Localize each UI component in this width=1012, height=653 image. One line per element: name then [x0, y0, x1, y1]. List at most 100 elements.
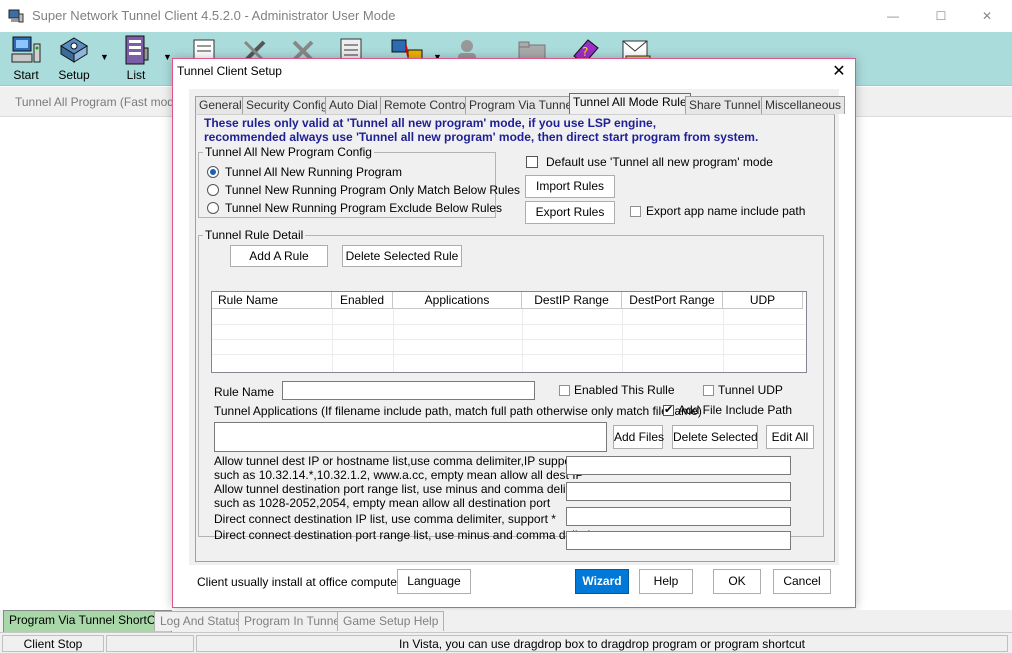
- grid-line: [212, 324, 806, 325]
- status-bar: Client Stop In Vista, you can use dragdr…: [0, 632, 1012, 653]
- tab-general[interactable]: General: [195, 96, 246, 114]
- tab-security-config[interactable]: Security Config: [242, 96, 332, 114]
- grid-line: [393, 309, 394, 372]
- radio-only-match-rules[interactable]: Tunnel New Running Program Only Match Be…: [207, 183, 520, 198]
- bottom-tab-bar: Program Via Tunnel ShortCut Log And Stat…: [0, 610, 1012, 632]
- checkbox-checked[interactable]: [663, 403, 674, 416]
- computer-icon: [11, 36, 41, 63]
- rule-detail-title: Tunnel Rule Detail: [203, 228, 306, 242]
- dialog-close-button[interactable]: ✕: [829, 61, 849, 81]
- list-icon: [125, 35, 149, 65]
- minimize-button[interactable]: —: [870, 0, 916, 32]
- dest-port-input[interactable]: [566, 482, 791, 501]
- add-include-path-label: Add File Include Path: [678, 403, 793, 417]
- tunnel-apps-input[interactable]: [214, 422, 607, 452]
- tab-program-via-tunnel[interactable]: Program Via Tunnel: [465, 96, 579, 114]
- tab-program-via-tunnel-shortcut[interactable]: Program Via Tunnel ShortCut: [3, 610, 172, 632]
- title-bar: Super Network Tunnel Client 4.5.2.0 - Ad…: [0, 0, 1012, 32]
- tab-log-and-status[interactable]: Log And Status: [154, 611, 248, 631]
- rule-name-input[interactable]: [282, 381, 535, 400]
- default-mode-checkbox[interactable]: Default use 'Tunnel all new program' mod…: [526, 155, 773, 170]
- radio-button[interactable]: [207, 202, 219, 214]
- radio-label: Tunnel New Running Program Only Match Be…: [225, 183, 521, 197]
- status-empty-cell: [106, 635, 194, 652]
- mode-info-text: Tunnel All Program (Fast mode, e: [15, 95, 194, 109]
- tab-tunnel-all-mode-rule[interactable]: Tunnel All Mode Rule: [569, 93, 691, 115]
- start-button[interactable]: Start: [6, 34, 46, 84]
- window-title: Super Network Tunnel Client 4.5.2.0 - Ad…: [32, 8, 396, 23]
- tunnel-udp-checkbox[interactable]: Tunnel UDP: [703, 383, 793, 399]
- setup-button[interactable]: Setup: [54, 34, 94, 84]
- delete-selected-button[interactable]: Delete Selected: [672, 425, 758, 449]
- status-message: In Vista, you can use dragdrop box to dr…: [196, 635, 1008, 652]
- dialog-title: Tunnel Client Setup: [177, 64, 282, 78]
- wizard-button[interactable]: Wizard: [575, 569, 629, 594]
- dest-port-label-line-1: Allow tunnel destination port range list…: [214, 482, 593, 496]
- tab-miscellaneous[interactable]: Miscellaneous: [761, 96, 846, 114]
- rule-name-label: Rule Name: [214, 385, 275, 399]
- export-path-checkbox[interactable]: Export app name include path: [630, 204, 810, 220]
- ok-button[interactable]: OK: [713, 569, 761, 594]
- direct-ip-label: Direct connect destination IP list, use …: [214, 512, 556, 526]
- tab-program-in-tunnel[interactable]: Program In Tunnel: [238, 611, 349, 631]
- setup-label: Setup: [58, 68, 90, 82]
- grid-line: [212, 354, 806, 355]
- rules-table[interactable]: Rule Name Enabled Applications DestIP Ra…: [211, 291, 807, 373]
- column-header-rule-name[interactable]: Rule Name: [212, 292, 332, 309]
- grid-line: [522, 309, 523, 372]
- maximize-icon: ☐: [935, 9, 947, 23]
- language-button[interactable]: Language: [397, 569, 471, 594]
- setup-dropdown-icon[interactable]: ▼: [100, 52, 109, 62]
- radio-tunnel-all-new[interactable]: Tunnel All New Running Program: [207, 165, 487, 180]
- column-header-destport-range[interactable]: DestPort Range: [622, 292, 723, 309]
- maximize-button[interactable]: ☐: [918, 0, 964, 32]
- help-button[interactable]: Help: [639, 569, 693, 594]
- minimize-icon: —: [887, 9, 899, 23]
- radio-button[interactable]: [207, 184, 219, 196]
- dest-ip-label-line-2: such as 10.32.14.*,10.32.1.2, www.a.cc, …: [214, 468, 584, 482]
- column-header-udp[interactable]: UDP: [723, 292, 803, 309]
- edit-all-button[interactable]: Edit All: [766, 425, 814, 449]
- direct-port-input[interactable]: [566, 531, 791, 550]
- setup-icon: [60, 37, 88, 63]
- status-client-state: Client Stop: [2, 635, 104, 652]
- dest-ip-input[interactable]: [566, 456, 791, 475]
- column-header-enabled[interactable]: Enabled: [332, 292, 393, 309]
- checkbox[interactable]: [526, 156, 538, 168]
- radio-label: Tunnel All New Running Program: [225, 165, 402, 179]
- close-button[interactable]: ✕: [964, 0, 1010, 32]
- enabled-rule-label: Enabled This Rulle: [574, 383, 675, 397]
- direct-ip-input[interactable]: [566, 507, 791, 526]
- radio-button-selected[interactable]: [207, 166, 219, 178]
- tab-game-setup-help[interactable]: Game Setup Help: [337, 611, 445, 631]
- tab-auto-dial[interactable]: Auto Dial: [325, 96, 382, 114]
- direct-port-label: Direct connect destination port range li…: [214, 528, 605, 542]
- close-icon: ✕: [981, 9, 993, 23]
- program-config-title: Tunnel All New Program Config: [203, 145, 374, 159]
- column-header-destip-range[interactable]: DestIP Range: [522, 292, 622, 309]
- app-icon: [8, 8, 24, 24]
- cancel-button[interactable]: Cancel: [773, 569, 831, 594]
- dest-port-label-line-2: such as 1028-2052,2054, empty mean allow…: [214, 496, 551, 510]
- close-icon: ✕: [832, 63, 846, 80]
- checkbox[interactable]: [559, 385, 570, 396]
- export-rules-button[interactable]: Export Rules: [525, 201, 615, 224]
- dialog-body: General Security Config Auto Dial Remote…: [189, 89, 846, 565]
- notice-line-1: These rules only valid at 'Tunnel all ne…: [204, 116, 657, 130]
- add-rule-button[interactable]: Add A Rule: [230, 245, 328, 267]
- tab-remote-control[interactable]: Remote Control: [380, 96, 473, 114]
- checkbox[interactable]: [703, 385, 714, 396]
- checkbox[interactable]: [630, 206, 641, 217]
- tunnel-client-setup-dialog: Tunnel Client Setup ✕ General Security C…: [172, 58, 856, 608]
- list-button[interactable]: List: [116, 34, 156, 84]
- radio-exclude-rules[interactable]: Tunnel New Running Program Exclude Below…: [207, 201, 502, 216]
- enabled-rule-checkbox[interactable]: Enabled This Rulle: [559, 383, 679, 399]
- delete-selected-rule-button[interactable]: Delete Selected Rule: [342, 245, 462, 267]
- import-rules-button[interactable]: Import Rules: [525, 175, 615, 198]
- grid-line: [622, 309, 623, 372]
- list-dropdown-icon[interactable]: ▼: [163, 52, 172, 62]
- add-include-path-checkbox[interactable]: Add File Include Path: [663, 403, 793, 418]
- column-header-applications[interactable]: Applications: [393, 292, 522, 309]
- tab-share-tunnel[interactable]: Share Tunnel: [685, 96, 765, 114]
- add-files-button[interactable]: Add Files: [613, 425, 664, 449]
